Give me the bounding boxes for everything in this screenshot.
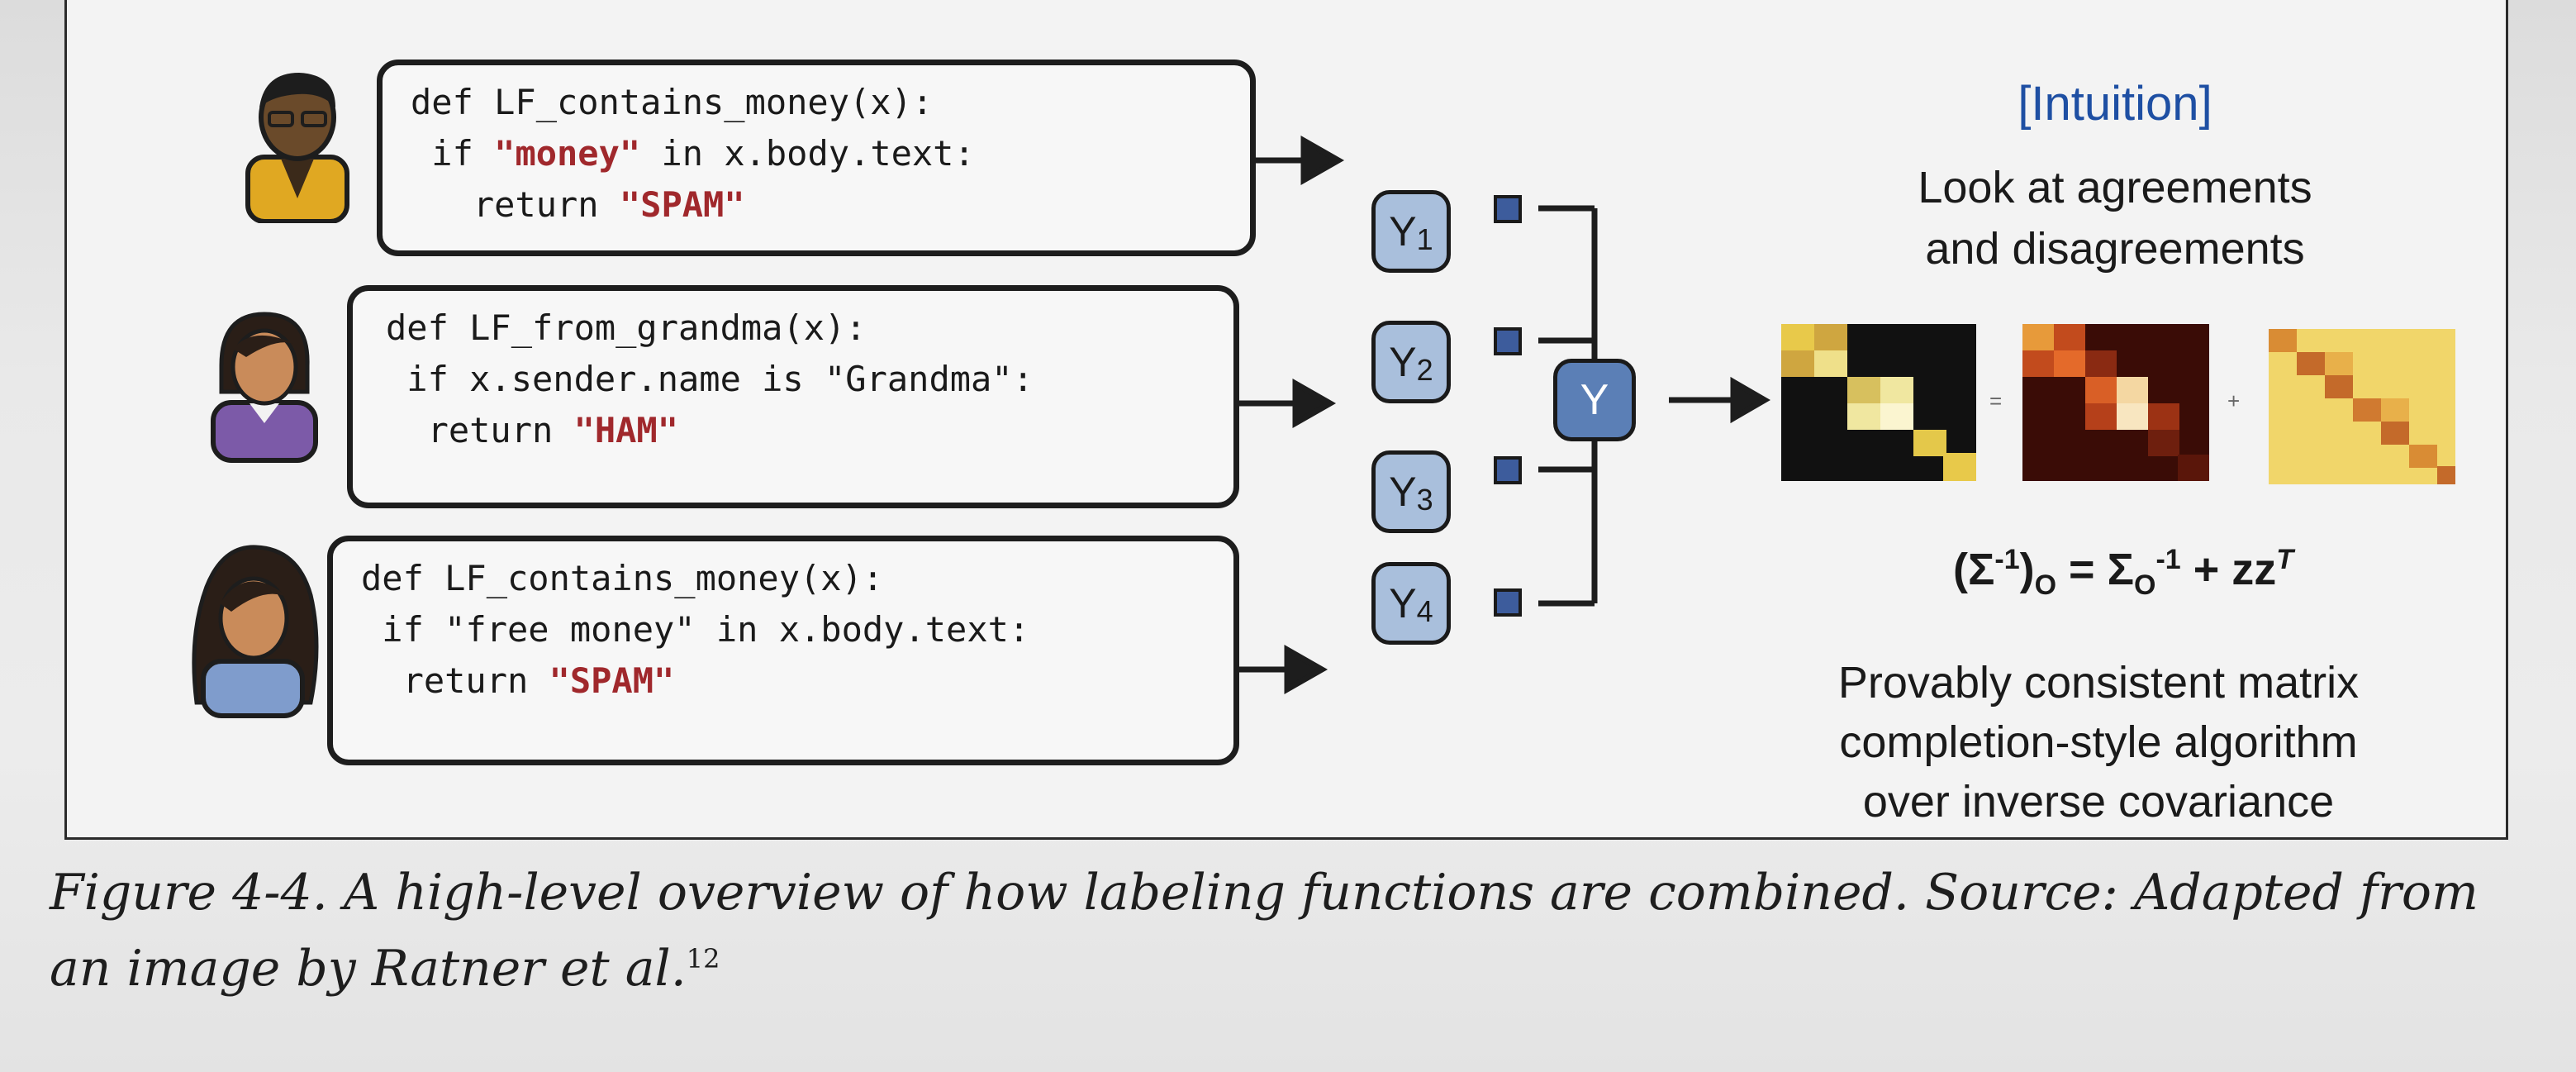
formula-eq: = Σ	[2056, 545, 2134, 594]
conclusion-line-2: completion-style algorithm	[1839, 717, 2358, 767]
covariance-matrix-inverse	[2022, 324, 2209, 481]
caption-text: Figure 4-4. A high-level overview of how…	[50, 864, 2479, 998]
figure-caption: Figure 4-4. A high-level overview of how…	[50, 860, 2512, 1002]
node-base: Y	[1389, 469, 1417, 515]
intuition-line-2: and disagreements	[1925, 224, 2305, 274]
node-base: Y	[1389, 208, 1417, 255]
label-node-y2: Y2	[1371, 321, 1451, 403]
combined-node-text: Y	[1580, 376, 1609, 424]
factor-square	[1494, 456, 1522, 484]
label-node-y4: Y4	[1371, 562, 1451, 645]
intuition-text: Look at agreements and disagreements	[1818, 157, 2412, 279]
node-sub: 3	[1416, 483, 1433, 517]
low-rank-matrix	[2269, 329, 2455, 484]
formula-rhs-sub: O	[2134, 569, 2156, 601]
node-sub: 2	[1416, 353, 1433, 387]
formula-rhs-sup: -1	[2155, 544, 2181, 575]
node-sub: 4	[1416, 594, 1433, 628]
covariance-matrix-observed	[1781, 324, 1976, 481]
plus-operator: +	[2227, 388, 2241, 413]
intuition-title: [Intuition]	[2018, 77, 2212, 131]
formula-lhs-close: )	[2019, 545, 2035, 594]
caption-footnote: 12	[686, 943, 720, 974]
conclusion-line-1: Provably consistent matrix	[1837, 658, 2360, 708]
factor-square	[1494, 327, 1522, 355]
label-node-y1: Y1	[1371, 190, 1451, 273]
label-node-y3: Y3	[1371, 450, 1451, 533]
node-sub: 1	[1416, 222, 1433, 256]
factor-square	[1494, 588, 1522, 617]
formula-rhs-tail-sup: T	[2276, 544, 2294, 575]
formula-lhs-sup: -1	[1994, 544, 2020, 575]
node-base: Y	[1389, 580, 1417, 627]
formula-rhs-tail: + zz	[2180, 545, 2277, 594]
formula: (Σ-1)O = ΣO-1 + zzT	[1892, 544, 2355, 602]
formula-lhs-open: (Σ	[1952, 545, 1995, 594]
combined-label-node: Y	[1553, 359, 1636, 441]
equals-operator: =	[1989, 388, 2003, 413]
factor-square	[1494, 195, 1522, 223]
intuition-line-1: Look at agreements	[1918, 163, 2312, 212]
conclusion-line-3: over inverse covariance	[1862, 777, 2335, 827]
conclusion-text: Provably consistent matrix completion-st…	[1776, 653, 2421, 831]
formula-lhs-sub: O	[2034, 569, 2057, 601]
node-base: Y	[1389, 339, 1417, 385]
